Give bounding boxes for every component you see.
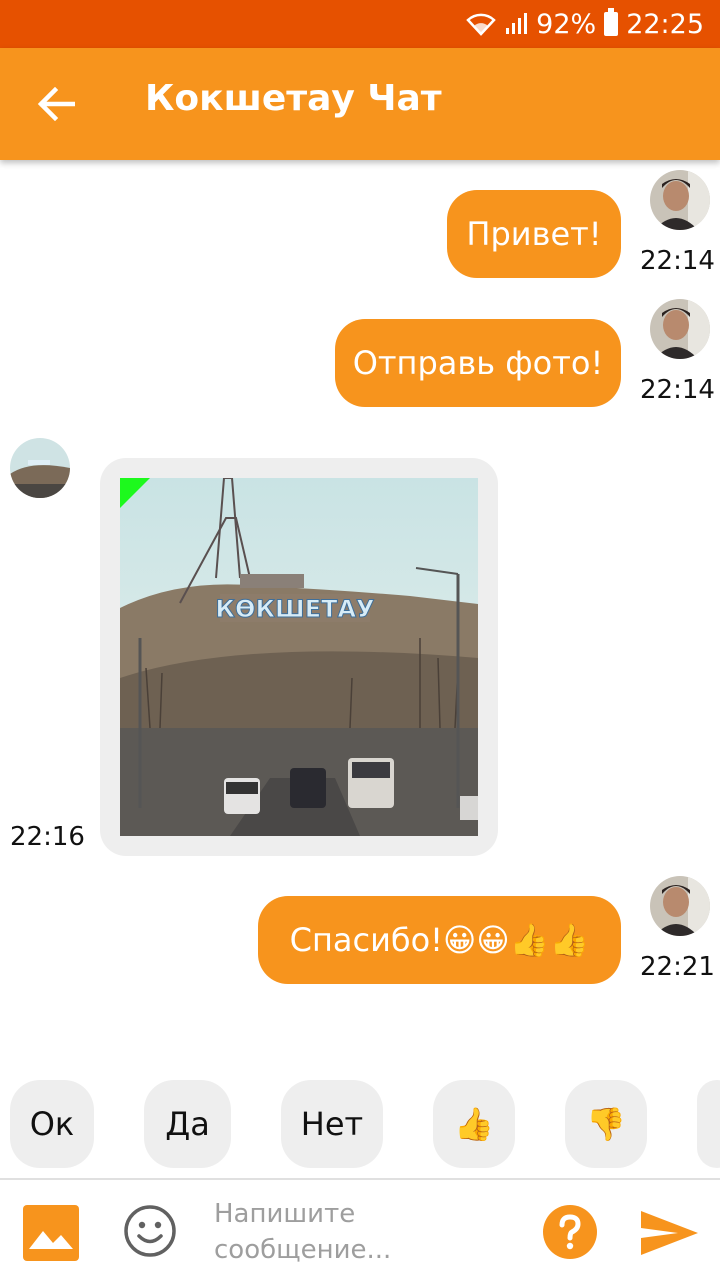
avatar-image bbox=[650, 170, 710, 230]
message-input-bar bbox=[0, 1178, 720, 1280]
message-time: 22:14 bbox=[640, 246, 715, 276]
message-input[interactable] bbox=[214, 1196, 514, 1272]
quick-reply-ok[interactable]: Ок bbox=[10, 1080, 94, 1168]
photo-sign-text: КӨКШЕТАУ bbox=[215, 595, 374, 623]
thumbs-down-icon: 👎 bbox=[586, 1105, 626, 1143]
back-button[interactable] bbox=[26, 76, 86, 132]
avatar-image bbox=[650, 876, 710, 936]
quick-reply-label: Ок bbox=[29, 1105, 75, 1143]
message-time: 22:14 bbox=[640, 375, 715, 405]
avatar-image bbox=[650, 299, 710, 359]
message-time: 22:16 bbox=[10, 822, 85, 852]
message-text: Привет! bbox=[466, 215, 602, 253]
send-icon bbox=[641, 1211, 698, 1255]
quick-reply-no[interactable]: Нет bbox=[281, 1080, 383, 1168]
battery-icon bbox=[604, 8, 619, 36]
help-button[interactable] bbox=[543, 1205, 597, 1259]
avatar[interactable] bbox=[650, 876, 710, 936]
quick-reply-more[interactable] bbox=[697, 1080, 720, 1168]
emoji-button[interactable] bbox=[122, 1203, 178, 1259]
emoji-icon bbox=[124, 1205, 176, 1257]
message-text: Отправь фото! bbox=[352, 344, 604, 382]
quick-reply-thumbs-down[interactable]: 👎 bbox=[565, 1080, 647, 1168]
avatar-image bbox=[10, 438, 70, 498]
gallery-icon bbox=[29, 1231, 73, 1249]
app-bar: Кокшетау Чат bbox=[0, 48, 720, 160]
status-time: 22:25 bbox=[626, 8, 704, 40]
message-bubble-outgoing[interactable]: Спасибо!😀😀👍👍 bbox=[258, 896, 621, 984]
battery-percent: 92% bbox=[536, 8, 597, 40]
message-bubble-outgoing[interactable]: Отправь фото! bbox=[335, 319, 621, 407]
quick-reply-thumbs-up[interactable]: 👍 bbox=[433, 1080, 515, 1168]
photo-kokshetau[interactable]: КӨКШЕТАУ bbox=[120, 478, 478, 836]
avatar[interactable] bbox=[650, 299, 710, 359]
avatar[interactable] bbox=[650, 170, 710, 230]
help-icon bbox=[559, 1214, 581, 1250]
gallery-button[interactable] bbox=[23, 1205, 79, 1261]
message-text: Спасибо!😀😀👍👍 bbox=[289, 921, 590, 959]
avatar[interactable] bbox=[10, 438, 70, 498]
signal-icon bbox=[506, 13, 528, 34]
photo-bubble-incoming[interactable]: КӨКШЕТАУ bbox=[100, 458, 498, 856]
message-time: 22:21 bbox=[640, 952, 715, 982]
status-icons: 92% 22:25 bbox=[466, 8, 704, 40]
quick-reply-label: Да bbox=[165, 1105, 210, 1143]
message-bubble-outgoing[interactable]: Привет! bbox=[447, 190, 621, 278]
chat-title: Кокшетау Чат bbox=[145, 78, 442, 119]
back-arrow-icon bbox=[37, 87, 75, 121]
status-bar: 92% 22:25 bbox=[0, 0, 720, 48]
quick-reply-label: Нет bbox=[300, 1105, 364, 1143]
thumbs-up-icon: 👍 bbox=[454, 1105, 494, 1143]
wifi-icon bbox=[466, 13, 496, 36]
send-button[interactable] bbox=[638, 1206, 702, 1260]
photo-image: КӨКШЕТАУ bbox=[120, 478, 478, 836]
quick-reply-yes[interactable]: Да bbox=[144, 1080, 231, 1168]
